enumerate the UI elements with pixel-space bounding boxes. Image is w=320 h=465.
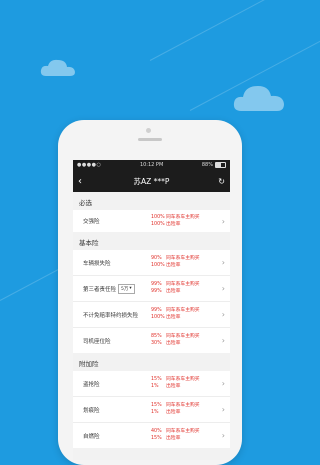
- cloud-icon: [233, 82, 285, 112]
- camera-icon: [146, 128, 151, 133]
- purchase-pct: 99%: [151, 282, 162, 287]
- chevron-right-icon: ›: [221, 379, 225, 388]
- chevron-right-icon: ›: [221, 258, 225, 267]
- chevron-right-icon: ›: [221, 310, 225, 319]
- insurance-name: 司机座位险: [83, 338, 111, 345]
- rate-group: 99% 同车系车主购买 100% 出险率: [151, 308, 219, 321]
- insurance-row[interactable]: 自燃险 40% 同车系车主购买 15% 出险率 ›: [73, 423, 230, 448]
- chevron-right-icon: ›: [221, 405, 225, 414]
- claim-label: 出险率: [166, 410, 181, 415]
- section-title-basic: 基本险: [73, 232, 230, 250]
- claim-pct: 1%: [151, 410, 159, 415]
- page-title: 苏AZ ***P: [133, 176, 170, 186]
- insurance-name: 划痕险: [83, 407, 100, 414]
- section-title-required: 必选: [73, 192, 230, 210]
- speaker-grille: [138, 138, 162, 141]
- purchase-pct: 15%: [151, 377, 162, 382]
- purchase-label: 同车系车主购买: [166, 377, 200, 382]
- claim-pct: 30%: [151, 341, 162, 346]
- rate-group: 85% 同车系车主购买 30% 出险率: [151, 334, 219, 347]
- claim-label: 出险率: [166, 263, 181, 268]
- insurance-name: 交强险: [83, 219, 100, 225]
- insurance-row[interactable]: 划痕险 15% 同车系车主购买 1% 出险率 ›: [73, 397, 230, 423]
- insurance-name: 不计免赔率特约损失险: [83, 312, 139, 319]
- rate-group: 90% 同车系车主购买 100% 出险率: [151, 256, 219, 269]
- insurance-row[interactable]: 不计免赔率特约损失险 99% 同车系车主购买 100% 出险率 ›: [73, 302, 230, 328]
- claim-label: 出险率: [166, 436, 181, 441]
- coverage-select[interactable]: 5万 ▾: [118, 283, 135, 294]
- chevron-left-icon[interactable]: ‹: [78, 176, 88, 187]
- claim-pct: 15%: [151, 436, 162, 441]
- chevron-right-icon: ›: [221, 336, 225, 345]
- purchase-pct: 15%: [151, 403, 162, 408]
- insurance-name: 自燃险: [83, 433, 100, 440]
- rate-group: 100% 同车系车主购买 100% 出险率: [151, 215, 219, 228]
- section-card-basic: 车辆损失险 90% 同车系车主购买 100% 出险率 › 第三者责任险 5万 ▾ 99…: [73, 250, 230, 353]
- claim-pct: 100%: [151, 263, 165, 268]
- purchase-label: 同车系车主购买: [166, 334, 200, 339]
- purchase-label: 同车系车主购买: [166, 429, 200, 434]
- status-bar: ●●●●○ 10:12 PM 88%: [73, 160, 230, 170]
- battery-status: 88%: [202, 162, 226, 168]
- claim-pct: 100%: [151, 315, 165, 320]
- purchase-label: 同车系车主购买: [166, 214, 200, 220]
- cloud-icon: [40, 57, 76, 77]
- rate-group: 40% 同车系车主购买 15% 出险率: [151, 429, 219, 442]
- bg-diagonal-line: [149, 0, 320, 61]
- purchase-pct: 99%: [151, 308, 162, 313]
- battery-icon: [215, 162, 226, 168]
- insurance-name: 车辆损失险: [83, 260, 111, 267]
- insurance-row[interactable]: 交强险 100% 同车系车主购买 100% 出险率 ›: [73, 210, 230, 232]
- rate-group: 99% 同车系车主购买 99% 出险率: [151, 282, 219, 295]
- section-card-required: 交强险 100% 同车系车主购买 100% 出险率 ›: [73, 210, 230, 232]
- claim-label: 出险率: [166, 341, 181, 346]
- purchase-pct: 90%: [151, 256, 162, 261]
- purchase-label: 同车系车主购买: [166, 308, 200, 313]
- purchase-pct: 100%: [151, 214, 165, 220]
- status-time: 10:12 PM: [139, 162, 164, 168]
- claim-label: 出险率: [166, 315, 181, 320]
- insurance-name-with-option: 第三者责任险 5万 ▾: [83, 283, 151, 294]
- chevron-right-icon: ›: [221, 284, 225, 293]
- nav-bar: ‹ 苏AZ ***P ↻: [73, 170, 230, 192]
- battery-percent: 88%: [201, 162, 213, 168]
- insurance-name: 盗抢险: [83, 381, 100, 388]
- insurance-row[interactable]: 盗抢险 15% 同车系车主购买 1% 出险率 ›: [73, 371, 230, 397]
- claim-pct: 99%: [151, 289, 162, 294]
- signal-icon: ●●●●○: [77, 162, 102, 168]
- insurance-name: 第三者责任险: [83, 286, 117, 293]
- coverage-value: 5万: [121, 286, 129, 292]
- claim-label: 出险率: [166, 289, 181, 294]
- insurance-row[interactable]: 司机座位险 85% 同车系车主购买 30% 出险率 ›: [73, 328, 230, 353]
- chevron-right-icon: ›: [221, 216, 225, 226]
- insurance-row[interactable]: 第三者责任险 5万 ▾ 99% 同车系车主购买 99% 出险率 ›: [73, 276, 230, 302]
- section-title-additional: 附加险: [73, 353, 230, 371]
- section-card-additional: 盗抢险 15% 同车系车主购买 1% 出险率 › 划痕险 15% 同车系车主购买 1%…: [73, 371, 230, 448]
- purchase-pct: 85%: [151, 334, 162, 339]
- rate-group: 15% 同车系车主购买 1% 出险率: [151, 403, 219, 416]
- purchase-label: 同车系车主购买: [166, 256, 200, 261]
- claim-pct: 100%: [151, 221, 165, 227]
- purchase-pct: 40%: [151, 429, 162, 434]
- refresh-icon[interactable]: ↻: [215, 177, 225, 186]
- claim-label: 出险率: [166, 384, 181, 389]
- phone-screen: ●●●●○ 10:12 PM 88% ‹ 苏AZ ***P ↻ 必选 交强险 1…: [73, 160, 230, 460]
- purchase-label: 同车系车主购买: [166, 282, 200, 287]
- dropdown-arrow-icon: ▾: [129, 286, 132, 291]
- claim-label: 出险率: [166, 221, 181, 227]
- purchase-label: 同车系车主购买: [166, 403, 200, 408]
- chevron-right-icon: ›: [221, 431, 225, 440]
- insurance-row[interactable]: 车辆损失险 90% 同车系车主购买 100% 出险率 ›: [73, 250, 230, 276]
- claim-pct: 1%: [151, 384, 159, 389]
- rate-group: 15% 同车系车主购买 1% 出险率: [151, 377, 219, 390]
